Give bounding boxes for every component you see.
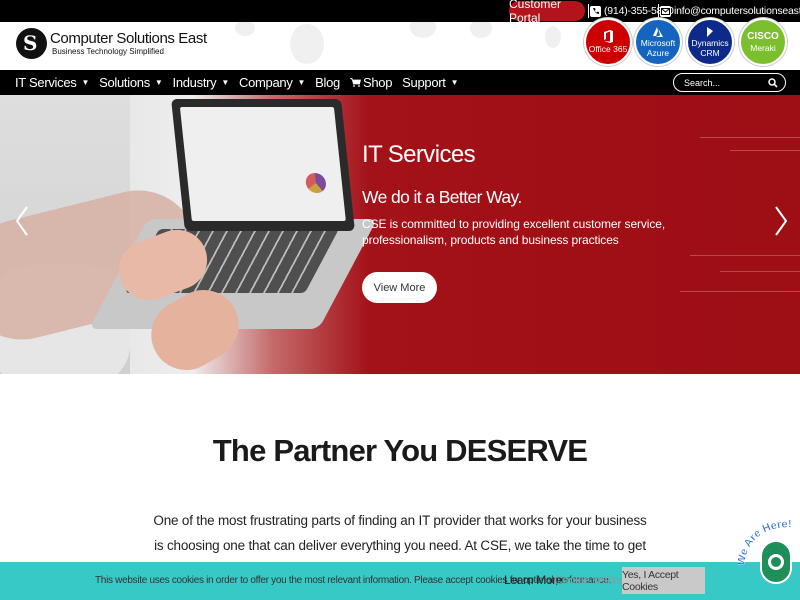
- search-input[interactable]: [684, 77, 764, 88]
- logo-icon: S: [16, 28, 47, 59]
- chevron-down-icon: ▼: [221, 78, 229, 87]
- hero-subtitle: We do it a Better Way.: [362, 187, 522, 207]
- chat-icon: [768, 554, 784, 570]
- main-nav: IT Services ▼ Solutions ▼ Industry ▼ Compan…: [0, 70, 800, 95]
- email-icon: [660, 5, 671, 17]
- site-logo[interactable]: S Computer Solutions East Business Techn…: [16, 28, 207, 59]
- customer-portal-button[interactable]: Customer Portal: [509, 0, 585, 25]
- phone-icon: [590, 5, 601, 17]
- azure-icon: [653, 26, 663, 37]
- circuit-line: [700, 137, 800, 138]
- chevron-down-icon: ▼: [297, 78, 306, 87]
- cookie-settings-link[interactable]: Cookie settings: [554, 573, 632, 587]
- chevron-down-icon: ▼: [81, 78, 90, 87]
- nav-it-services[interactable]: IT Services ▼: [15, 75, 89, 90]
- cisco-icon: CISCO: [747, 31, 779, 42]
- divider: [588, 4, 589, 18]
- dynamics-crm-badge[interactable]: Dynamics CRM: [686, 18, 734, 66]
- circuit-line: [680, 291, 800, 292]
- hero-description: CSE is committed to providing excellent …: [362, 217, 666, 247]
- decor-dot: [545, 26, 561, 48]
- decor-dot: [235, 22, 255, 36]
- cart-icon: [349, 78, 361, 87]
- hero-title: IT Services: [362, 141, 476, 168]
- office-icon: [604, 30, 613, 43]
- brand-tagline: Business Technology Simplified: [52, 46, 164, 56]
- nav-solutions[interactable]: Solutions ▼: [99, 75, 163, 90]
- circuit-line: [730, 150, 800, 151]
- slider-prev-arrow[interactable]: [14, 205, 30, 237]
- chevron-down-icon: ▼: [154, 78, 163, 87]
- slider-next-arrow[interactable]: [773, 205, 789, 237]
- nav-support[interactable]: Support ▼: [402, 75, 458, 90]
- hero-image-laptop-screen: [171, 99, 355, 231]
- divider: [658, 4, 659, 18]
- search-icon[interactable]: [768, 78, 778, 88]
- nav-blog[interactable]: Blog: [315, 75, 340, 90]
- circuit-line: [720, 271, 800, 272]
- dynamics-icon: [707, 26, 713, 37]
- accept-cookies-button[interactable]: Yes, I Accept Cookies: [622, 567, 705, 594]
- section-title: The Partner You DESERVE: [212, 433, 588, 468]
- decor-dot: [470, 22, 492, 38]
- decor-dot: [410, 22, 436, 38]
- top-bar: Customer Portal (914)-355-5800 info@comp…: [0, 0, 800, 25]
- chevron-down-icon: ▼: [450, 78, 459, 87]
- nav-industry[interactable]: Industry ▼: [173, 75, 230, 90]
- nav-company[interactable]: Company ▼: [239, 75, 305, 90]
- cisco-meraki-badge[interactable]: CISCO Meraki: [739, 18, 787, 66]
- brand-name: Computer Solutions East: [50, 29, 207, 47]
- microsoft-azure-badge[interactable]: Microsoft Azure: [634, 18, 682, 66]
- search-box: [673, 73, 786, 92]
- view-more-button[interactable]: View More: [362, 272, 437, 303]
- decor-dot: [290, 24, 324, 64]
- nav-shop[interactable]: Shop: [349, 75, 392, 90]
- chat-button[interactable]: [760, 540, 792, 584]
- email-link[interactable]: info@computersolutionseast.com: [660, 3, 800, 19]
- office-365-badge[interactable]: Office 365: [584, 18, 632, 66]
- email-address: info@computersolutionseast.com: [674, 5, 800, 17]
- circuit-line: [690, 255, 800, 256]
